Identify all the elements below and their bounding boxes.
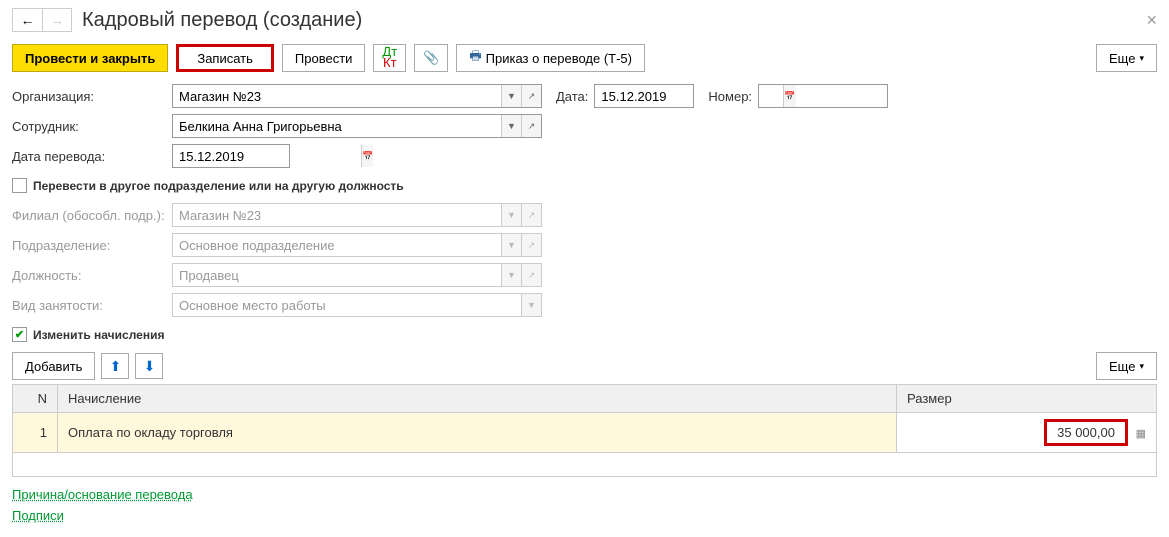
close-icon[interactable]: × <box>1146 10 1157 31</box>
more-button[interactable]: Еще ▾ <box>1096 44 1157 72</box>
open-icon[interactable]: ↗ <box>521 115 541 137</box>
date-input[interactable] <box>595 85 783 107</box>
employee-input[interactable] <box>173 115 501 137</box>
dt-kt-icon: ДтКт <box>382 47 397 69</box>
accrual-checkbox[interactable] <box>12 327 27 342</box>
dept-input <box>173 234 501 256</box>
signatures-link[interactable]: Подписи <box>12 508 64 523</box>
dropdown-icon: ▼ <box>501 204 521 226</box>
post-and-close-button[interactable]: Провести и закрыть <box>12 44 168 72</box>
transfer-date-input[interactable] <box>173 145 361 167</box>
position-label: Должность: <box>12 268 172 283</box>
move-down-button[interactable]: ⬇ <box>135 353 163 379</box>
col-n-header: N <box>13 385 58 413</box>
transfer-date-label: Дата перевода: <box>12 149 172 164</box>
employee-label: Сотрудник: <box>12 119 172 134</box>
open-icon: ↗ <box>521 204 541 226</box>
page-title: Кадровый перевод (создание) <box>82 9 1146 32</box>
reason-link[interactable]: Причина/основание перевода <box>12 487 193 502</box>
employment-label: Вид занятости: <box>12 298 172 313</box>
open-icon: ↗ <box>521 264 541 286</box>
dept-label: Подразделение: <box>12 238 172 253</box>
record-button[interactable]: Записать <box>176 44 274 72</box>
branch-input <box>173 204 501 226</box>
cell-size[interactable]: 35 000,00 ▦ <box>897 413 1157 453</box>
print-order-button[interactable]: 🖶 Приказ о переводе (Т-5) <box>456 44 645 72</box>
number-label: Номер: <box>708 89 752 104</box>
dropdown-icon[interactable]: ▼ <box>501 115 521 137</box>
nav-back-button[interactable]: ← <box>12 8 42 32</box>
attachment-button[interactable]: 📎 <box>414 44 448 72</box>
nav-forward-button[interactable]: → <box>42 8 72 32</box>
move-up-button[interactable]: ⬆ <box>101 353 129 379</box>
transfer-checkbox[interactable] <box>12 178 27 193</box>
table-more-label: Еще <box>1109 359 1135 374</box>
post-button[interactable]: Провести <box>282 44 366 72</box>
dt-kt-button[interactable]: ДтКт <box>373 44 406 72</box>
position-input <box>173 264 501 286</box>
org-input[interactable] <box>173 85 501 107</box>
dropdown-icon: ▼ <box>501 234 521 256</box>
table-more-button[interactable]: Еще ▾ <box>1096 352 1157 380</box>
calendar-mini-icon[interactable]: ▦ <box>1136 427 1146 440</box>
col-size-header: Размер <box>897 385 1157 413</box>
chevron-down-icon: ▾ <box>1139 361 1144 372</box>
org-label: Организация: <box>12 89 172 104</box>
cell-n: 1 <box>13 413 58 453</box>
employment-input <box>173 294 521 316</box>
number-input[interactable] <box>759 85 947 107</box>
dropdown-icon: ▼ <box>521 294 541 316</box>
transfer-checkbox-label: Перевести в другое подразделение или на … <box>33 179 404 193</box>
calendar-icon[interactable]: 📅 <box>361 145 373 167</box>
dropdown-icon[interactable]: ▼ <box>501 85 521 107</box>
paperclip-icon: 📎 <box>423 50 439 66</box>
chevron-down-icon: ▾ <box>1139 53 1144 64</box>
printer-icon: 🖶 <box>469 47 481 69</box>
more-label: Еще <box>1109 51 1135 66</box>
accrual-checkbox-label: Изменить начисления <box>33 328 164 342</box>
dropdown-icon: ▼ <box>501 264 521 286</box>
add-button[interactable]: Добавить <box>12 352 95 380</box>
col-accrual-header: Начисление <box>58 385 897 413</box>
table-row[interactable]: 1 Оплата по окладу торговля 35 000,00 ▦ <box>13 413 1157 453</box>
open-icon[interactable]: ↗ <box>521 85 541 107</box>
cell-accrual: Оплата по окладу торговля <box>58 413 897 453</box>
date-label: Дата: <box>556 89 588 104</box>
open-icon: ↗ <box>521 234 541 256</box>
table-empty-row <box>13 453 1157 477</box>
size-value: 35 000,00 <box>1044 419 1128 446</box>
branch-label: Филиал (обособл. подр.): <box>12 208 172 223</box>
print-order-label: Приказ о переводе (Т-5) <box>486 51 632 66</box>
